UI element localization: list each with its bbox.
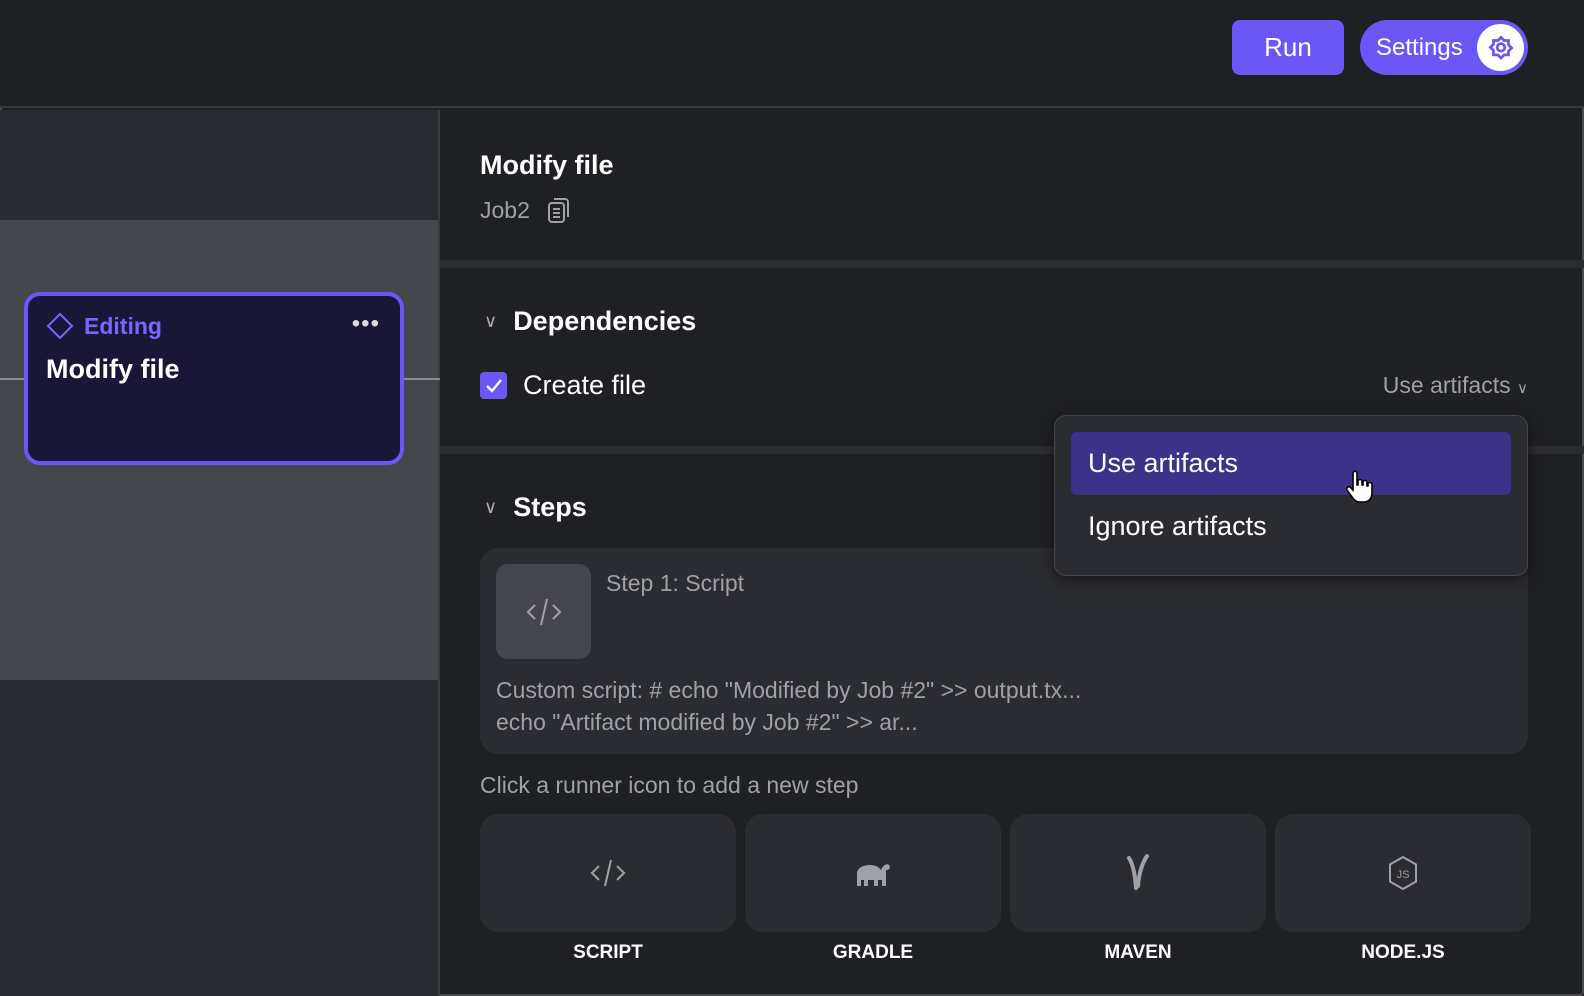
hand-cursor-icon <box>1345 470 1373 503</box>
dependencies-toggle[interactable]: ∨ Dependencies <box>484 306 696 337</box>
node-status: Editing <box>84 312 162 339</box>
top-bar: Run Settings <box>0 0 1584 108</box>
copy-icon[interactable] <box>546 196 572 224</box>
dependencies-heading: Dependencies <box>513 306 697 336</box>
steps-heading: Steps <box>513 492 587 522</box>
step-title: Step 1: Script <box>606 570 745 596</box>
dependency-checkbox[interactable] <box>480 372 507 399</box>
step-description: echo "Artifact modified by Job #2" >> ar… <box>496 709 918 735</box>
elephant-icon <box>857 864 890 886</box>
job-title: Modify file <box>480 150 614 180</box>
artifact-mode-dropdown: Use artifacts Ignore artifacts <box>1054 415 1528 576</box>
dependency-label: Create file <box>523 370 647 400</box>
runner-label: NODE.JS <box>1361 942 1445 963</box>
steps-toggle[interactable]: ∨ Steps <box>484 492 587 523</box>
job-node[interactable]: Editing ••• Modify file <box>24 292 404 465</box>
chevron-down-icon: ∨ <box>484 497 498 517</box>
nodejs-icon: JS <box>1389 855 1417 891</box>
diamond-icon <box>46 312 74 340</box>
runner-hint: Click a runner icon to add a new step <box>480 772 859 798</box>
svg-text:JS: JS <box>1397 869 1410 881</box>
option-ignore-artifacts[interactable]: Ignore artifacts <box>1071 495 1511 558</box>
code-icon <box>590 859 626 887</box>
runner-label: SCRIPT <box>573 942 643 963</box>
code-icon <box>496 564 591 659</box>
runner-script[interactable]: SCRIPT <box>480 814 736 964</box>
edge-out <box>404 378 440 380</box>
runner-list: SCRIPT GRADLE MAVEN JS NODE.JS <box>480 814 1531 964</box>
runner-gradle[interactable]: GRADLE <box>745 814 1001 964</box>
feather-icon <box>1127 854 1149 890</box>
runner-maven[interactable]: MAVEN <box>1010 814 1266 964</box>
check-icon <box>485 378 502 393</box>
chevron-down-icon: ∨ <box>1517 380 1528 397</box>
option-use-artifacts[interactable]: Use artifacts <box>1071 432 1511 495</box>
step-description: Custom script: # echo "Modified by Job #… <box>496 677 1082 703</box>
pipeline-canvas: Editing ••• Modify file <box>0 110 440 996</box>
runner-nodejs[interactable]: JS NODE.JS <box>1275 814 1531 964</box>
node-title: Modify file <box>46 354 180 384</box>
run-button[interactable]: Run <box>1232 20 1344 75</box>
gear-icon <box>1477 24 1524 71</box>
step-card[interactable]: Step 1: Script Custom script: # echo "Mo… <box>480 548 1528 754</box>
edge-in <box>0 378 24 380</box>
runner-label: GRADLE <box>832 942 914 963</box>
more-options-icon[interactable]: ••• <box>352 310 380 338</box>
chevron-down-icon: ∨ <box>484 311 498 331</box>
runner-label: MAVEN <box>1104 942 1172 963</box>
job-id: Job2 <box>480 196 530 223</box>
divider <box>440 260 1584 268</box>
artifact-mode-value: Use artifacts <box>1382 372 1511 398</box>
settings-label: Settings <box>1376 33 1463 61</box>
artifact-mode-select[interactable]: Use artifacts ∨ <box>1383 372 1528 399</box>
settings-button[interactable]: Settings <box>1360 20 1528 75</box>
